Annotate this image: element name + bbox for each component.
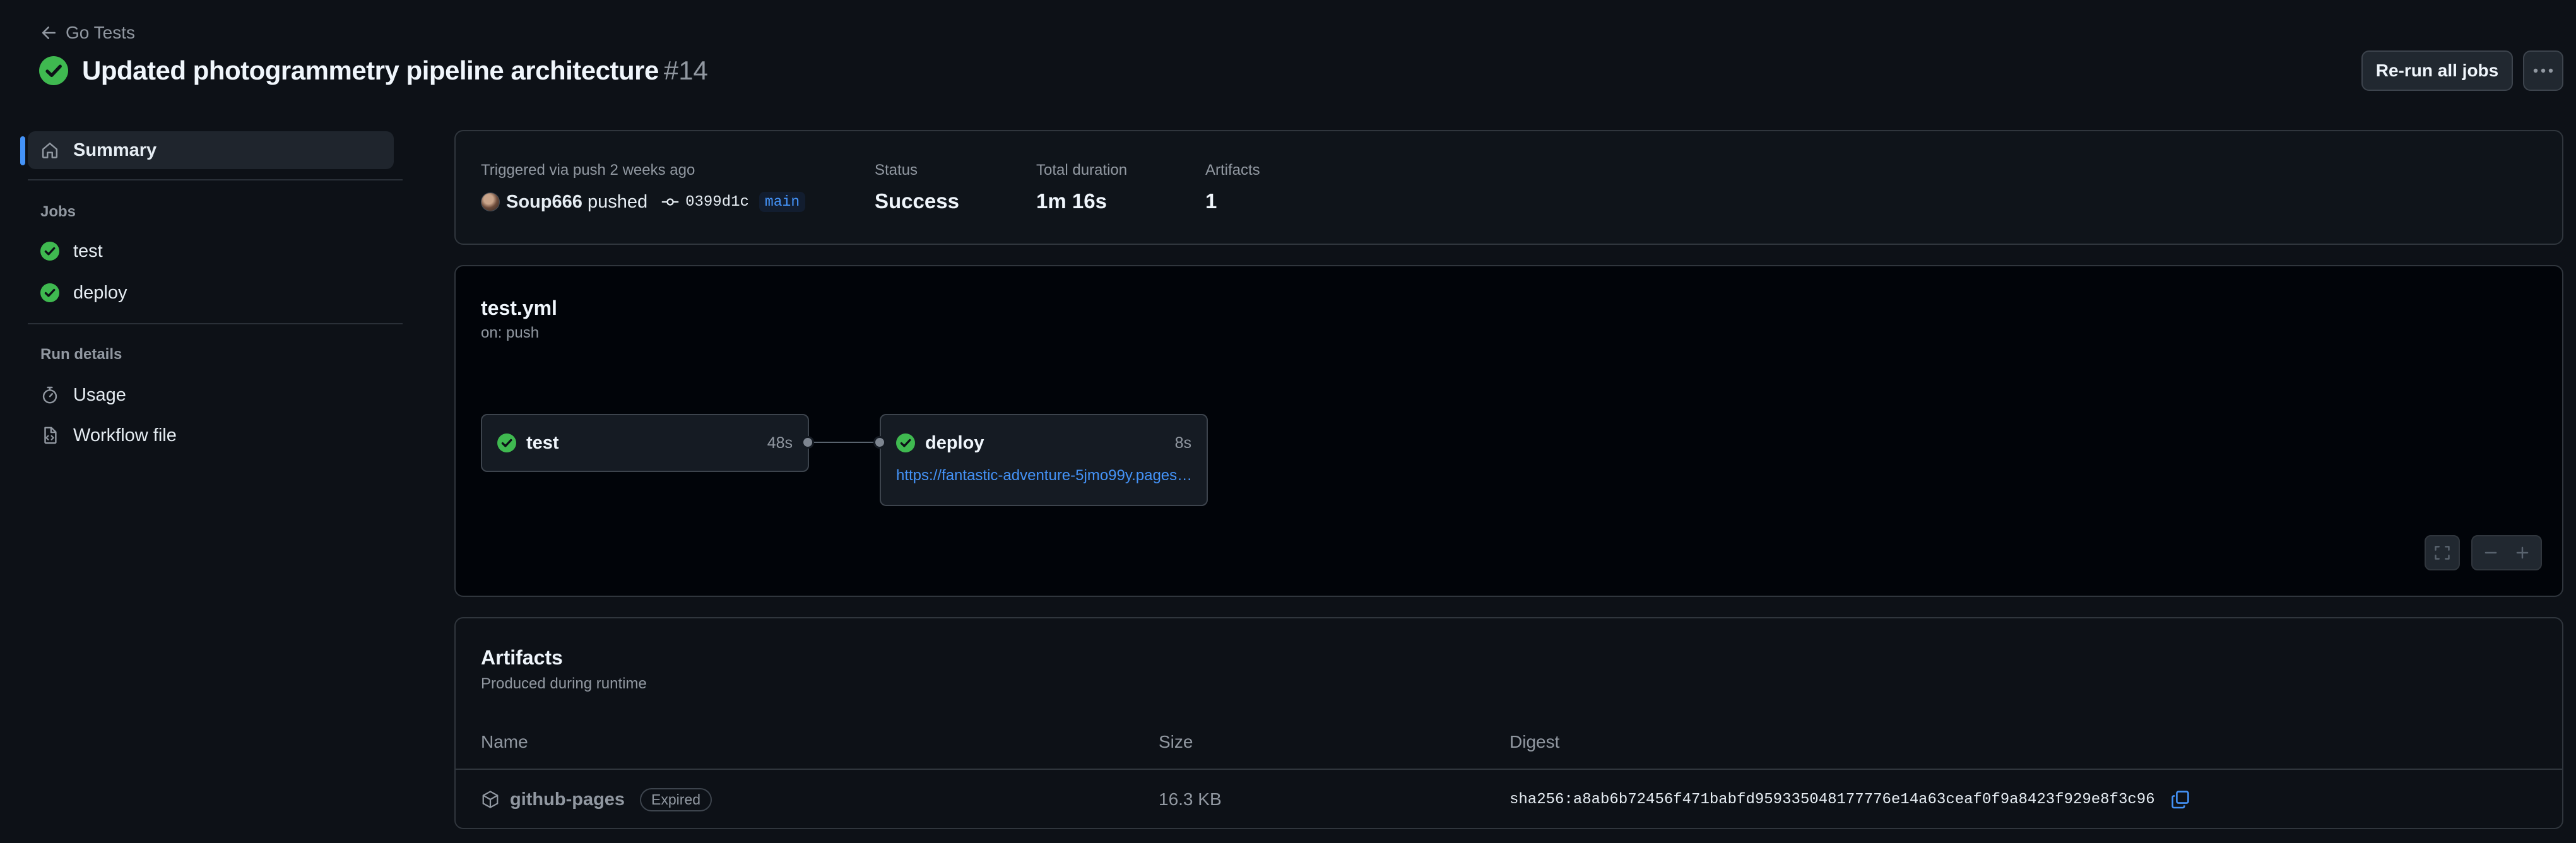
sidebar-item-job-test[interactable]: test (28, 232, 394, 270)
copy-icon[interactable] (2170, 789, 2190, 810)
sidebar-item-label: Summary (73, 139, 157, 160)
column-header-digest: Digest (1510, 732, 1560, 752)
trigger-label: Triggered via push 2 weeks ago (481, 162, 695, 179)
duration-label: Total duration (1036, 162, 1128, 179)
jobs-heading: Jobs (40, 203, 76, 220)
run-summary-panel: Triggered via push 2 weeks ago Soup666 p… (454, 130, 2563, 245)
check-circle-success-icon (40, 242, 59, 261)
dash-icon (2484, 551, 2497, 554)
sidebar-item-job-deploy[interactable]: deploy (28, 274, 394, 312)
job-name: test (526, 432, 559, 453)
artifact-size: 16.3 KB (1159, 789, 1222, 809)
screen-full-icon (2435, 546, 2450, 560)
expired-badge: Expired (640, 787, 712, 811)
artifacts-panel: Artifacts Produced during runtime Name S… (454, 617, 2563, 829)
column-header-name: Name (481, 732, 528, 752)
active-indicator (20, 136, 25, 165)
branch-label[interactable]: main (759, 192, 806, 212)
run-details-heading: Run details (40, 346, 122, 363)
sidebar-item-label: deploy (73, 282, 127, 303)
artifacts-subtitle: Produced during runtime (481, 675, 647, 692)
check-circle-success-icon (497, 433, 516, 452)
sidebar-item-label: test (73, 240, 103, 261)
job-duration: 48s (767, 433, 793, 452)
sidebar-divider (28, 179, 403, 180)
zoom-in-button[interactable] (2507, 545, 2538, 561)
package-icon (482, 791, 499, 808)
fullscreen-button[interactable] (2425, 535, 2460, 570)
duration-value: 1m 16s (1036, 189, 1107, 213)
action-text: pushed (587, 191, 648, 212)
artifacts-title: Artifacts (481, 646, 563, 669)
job-node-header: test 48s (497, 432, 793, 454)
git-commit-icon (661, 198, 679, 206)
zoom-out-button[interactable] (2475, 545, 2507, 561)
sidebar-item-summary[interactable]: Summary (28, 131, 394, 169)
table-row: github-pages Expired 16.3 KB sha256:a8ab… (456, 770, 2562, 828)
job-node-test[interactable]: test 48s (481, 414, 809, 472)
commit-sha-link[interactable]: 0399d1c (685, 194, 749, 211)
actor-info: Soup666 pushed (506, 192, 647, 213)
check-circle-success-icon (40, 283, 59, 302)
job-node-deploy[interactable]: deploy 8s https://fantastic-adventure-5j… (880, 414, 1208, 506)
check-circle-success-icon (896, 433, 915, 452)
sidebar-item-usage[interactable]: Usage (28, 376, 394, 414)
job-name: deploy (925, 432, 984, 453)
sidebar: Summary Jobs test deploy Run details Usa… (0, 0, 417, 843)
file-code-icon (44, 427, 57, 444)
avatar[interactable] (481, 192, 500, 211)
status-value: Success (875, 189, 959, 213)
home-icon (42, 143, 58, 158)
artifacts-count-label: Artifacts (1205, 162, 1260, 179)
sidebar-divider (28, 323, 403, 324)
actor-name[interactable]: Soup666 (506, 192, 582, 212)
more-options-button[interactable] (2523, 50, 2563, 91)
job-node-header: deploy 8s (896, 432, 1191, 454)
status-label: Status (875, 162, 918, 179)
sidebar-item-workflow-file[interactable]: Workflow file (28, 416, 394, 454)
trigger-info: Soup666 pushed 0399d1c main (481, 189, 806, 215)
column-header-size: Size (1159, 732, 1193, 752)
artifacts-count-value: 1 (1205, 189, 1217, 213)
artifact-name-cell: github-pages Expired (481, 770, 712, 828)
run-number: #14 (663, 56, 708, 85)
plus-icon (2516, 546, 2529, 559)
stopwatch-icon (42, 386, 57, 404)
rerun-all-jobs-button[interactable]: Re-run all jobs (2361, 50, 2513, 91)
kebab-horizontal-icon (2533, 68, 2553, 73)
artifact-digest: sha256:a8ab6b72456f471babfd9593350481777… (1510, 791, 2155, 808)
artifact-name: github-pages (510, 789, 625, 810)
sidebar-item-label: Usage (73, 384, 126, 405)
artifact-digest-cell: sha256:a8ab6b72456f471babfd9593350481777… (1510, 770, 2190, 828)
job-duration: 8s (1174, 433, 1191, 452)
job-input-handle (873, 436, 886, 449)
workflow-trigger: on: push (481, 324, 540, 341)
zoom-controls (2471, 535, 2542, 570)
deployment-url-link[interactable]: https://fantastic-adventure-5jmo99y.page… (896, 467, 1193, 485)
job-output-handle (801, 436, 814, 449)
sidebar-item-label: Workflow file (73, 425, 177, 445)
workflow-file-name: test.yml (481, 297, 557, 319)
